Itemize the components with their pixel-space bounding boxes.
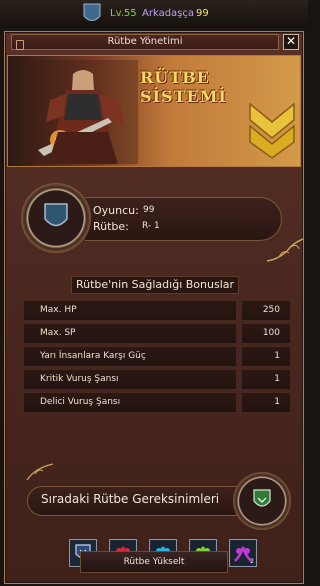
player-info-panel: Oyuncu: 99 Rütbe: R- 1 bbox=[21, 183, 304, 263]
character-level: Lv.55 bbox=[110, 8, 137, 19]
title-icon bbox=[16, 40, 24, 50]
character-number: 99 bbox=[196, 8, 209, 19]
rank-management-window: Rütbe Yönetimi ✕ RÜTBE SİSTEMİ Oyuncu: 9… bbox=[4, 31, 304, 584]
bonus-value: 1 bbox=[241, 392, 291, 413]
bonus-value: 1 bbox=[241, 369, 291, 390]
current-rank-shield-icon bbox=[44, 203, 68, 227]
bonus-name: Yarı İnsanlara Karşı Güç bbox=[23, 346, 237, 367]
required-item-slot[interactable]: 2 bbox=[229, 539, 257, 567]
window-titlebar[interactable]: Rütbe Yönetimi bbox=[11, 34, 279, 50]
item-quantity: 2 bbox=[250, 558, 254, 565]
player-value: 99 bbox=[143, 205, 155, 215]
player-label: Oyuncu: bbox=[93, 204, 139, 217]
bonus-name: Delici Vuruş Şansı bbox=[23, 392, 237, 413]
rank-value: R- 1 bbox=[142, 221, 160, 231]
warrior-illustration bbox=[28, 60, 138, 164]
bonus-section-header: Rütbe'nin Sağladığı Bonuslar bbox=[71, 276, 239, 294]
bonus-value: 250 bbox=[241, 300, 291, 321]
rank-system-banner: RÜTBE SİSTEMİ bbox=[7, 55, 301, 167]
bonus-row: Max. HP 250 bbox=[23, 300, 291, 321]
next-rank-medallion[interactable] bbox=[233, 472, 291, 530]
next-rank-shield-icon bbox=[253, 489, 271, 507]
gold-vine-ornament-icon bbox=[26, 463, 54, 481]
bonus-value: 100 bbox=[241, 323, 291, 344]
bonus-name: Max. HP bbox=[23, 300, 237, 321]
character-name[interactable]: Arkadaşça bbox=[142, 8, 194, 19]
next-rank-requirements-panel: Sıradaki Rütbe Gereksinimleri bbox=[19, 463, 299, 532]
gold-chevron-emblem-icon bbox=[249, 102, 295, 159]
current-rank-medallion bbox=[21, 183, 91, 253]
rank-label: Rütbe: bbox=[93, 220, 129, 233]
bonus-table: Max. HP 250 Max. SP 100 Yarı İnsanlara K… bbox=[23, 300, 291, 415]
bonus-name: Max. SP bbox=[23, 323, 237, 344]
rank-upgrade-button[interactable]: Rütbe Yükselt bbox=[80, 551, 228, 573]
window-title: Rütbe Yönetimi bbox=[107, 36, 183, 47]
bonus-row: Yarı İnsanlara Karşı Güç 1 bbox=[23, 346, 291, 367]
gold-vine-ornament-icon bbox=[266, 238, 304, 262]
bonus-value: 1 bbox=[241, 346, 291, 367]
rank-shield-icon bbox=[83, 3, 101, 21]
bonus-name: Kritik Vuruş Şansı bbox=[23, 369, 237, 390]
requirements-label: Sıradaki Rütbe Gereksinimleri bbox=[41, 492, 220, 506]
character-top-bar: Lv.55 Arkadaşça 99 bbox=[0, 0, 308, 28]
bonus-row: Kritik Vuruş Şansı 1 bbox=[23, 369, 291, 390]
bonus-row: Delici Vuruş Şansı 1 bbox=[23, 392, 291, 413]
bonus-row: Max. SP 100 bbox=[23, 323, 291, 344]
close-button[interactable]: ✕ bbox=[283, 34, 299, 50]
